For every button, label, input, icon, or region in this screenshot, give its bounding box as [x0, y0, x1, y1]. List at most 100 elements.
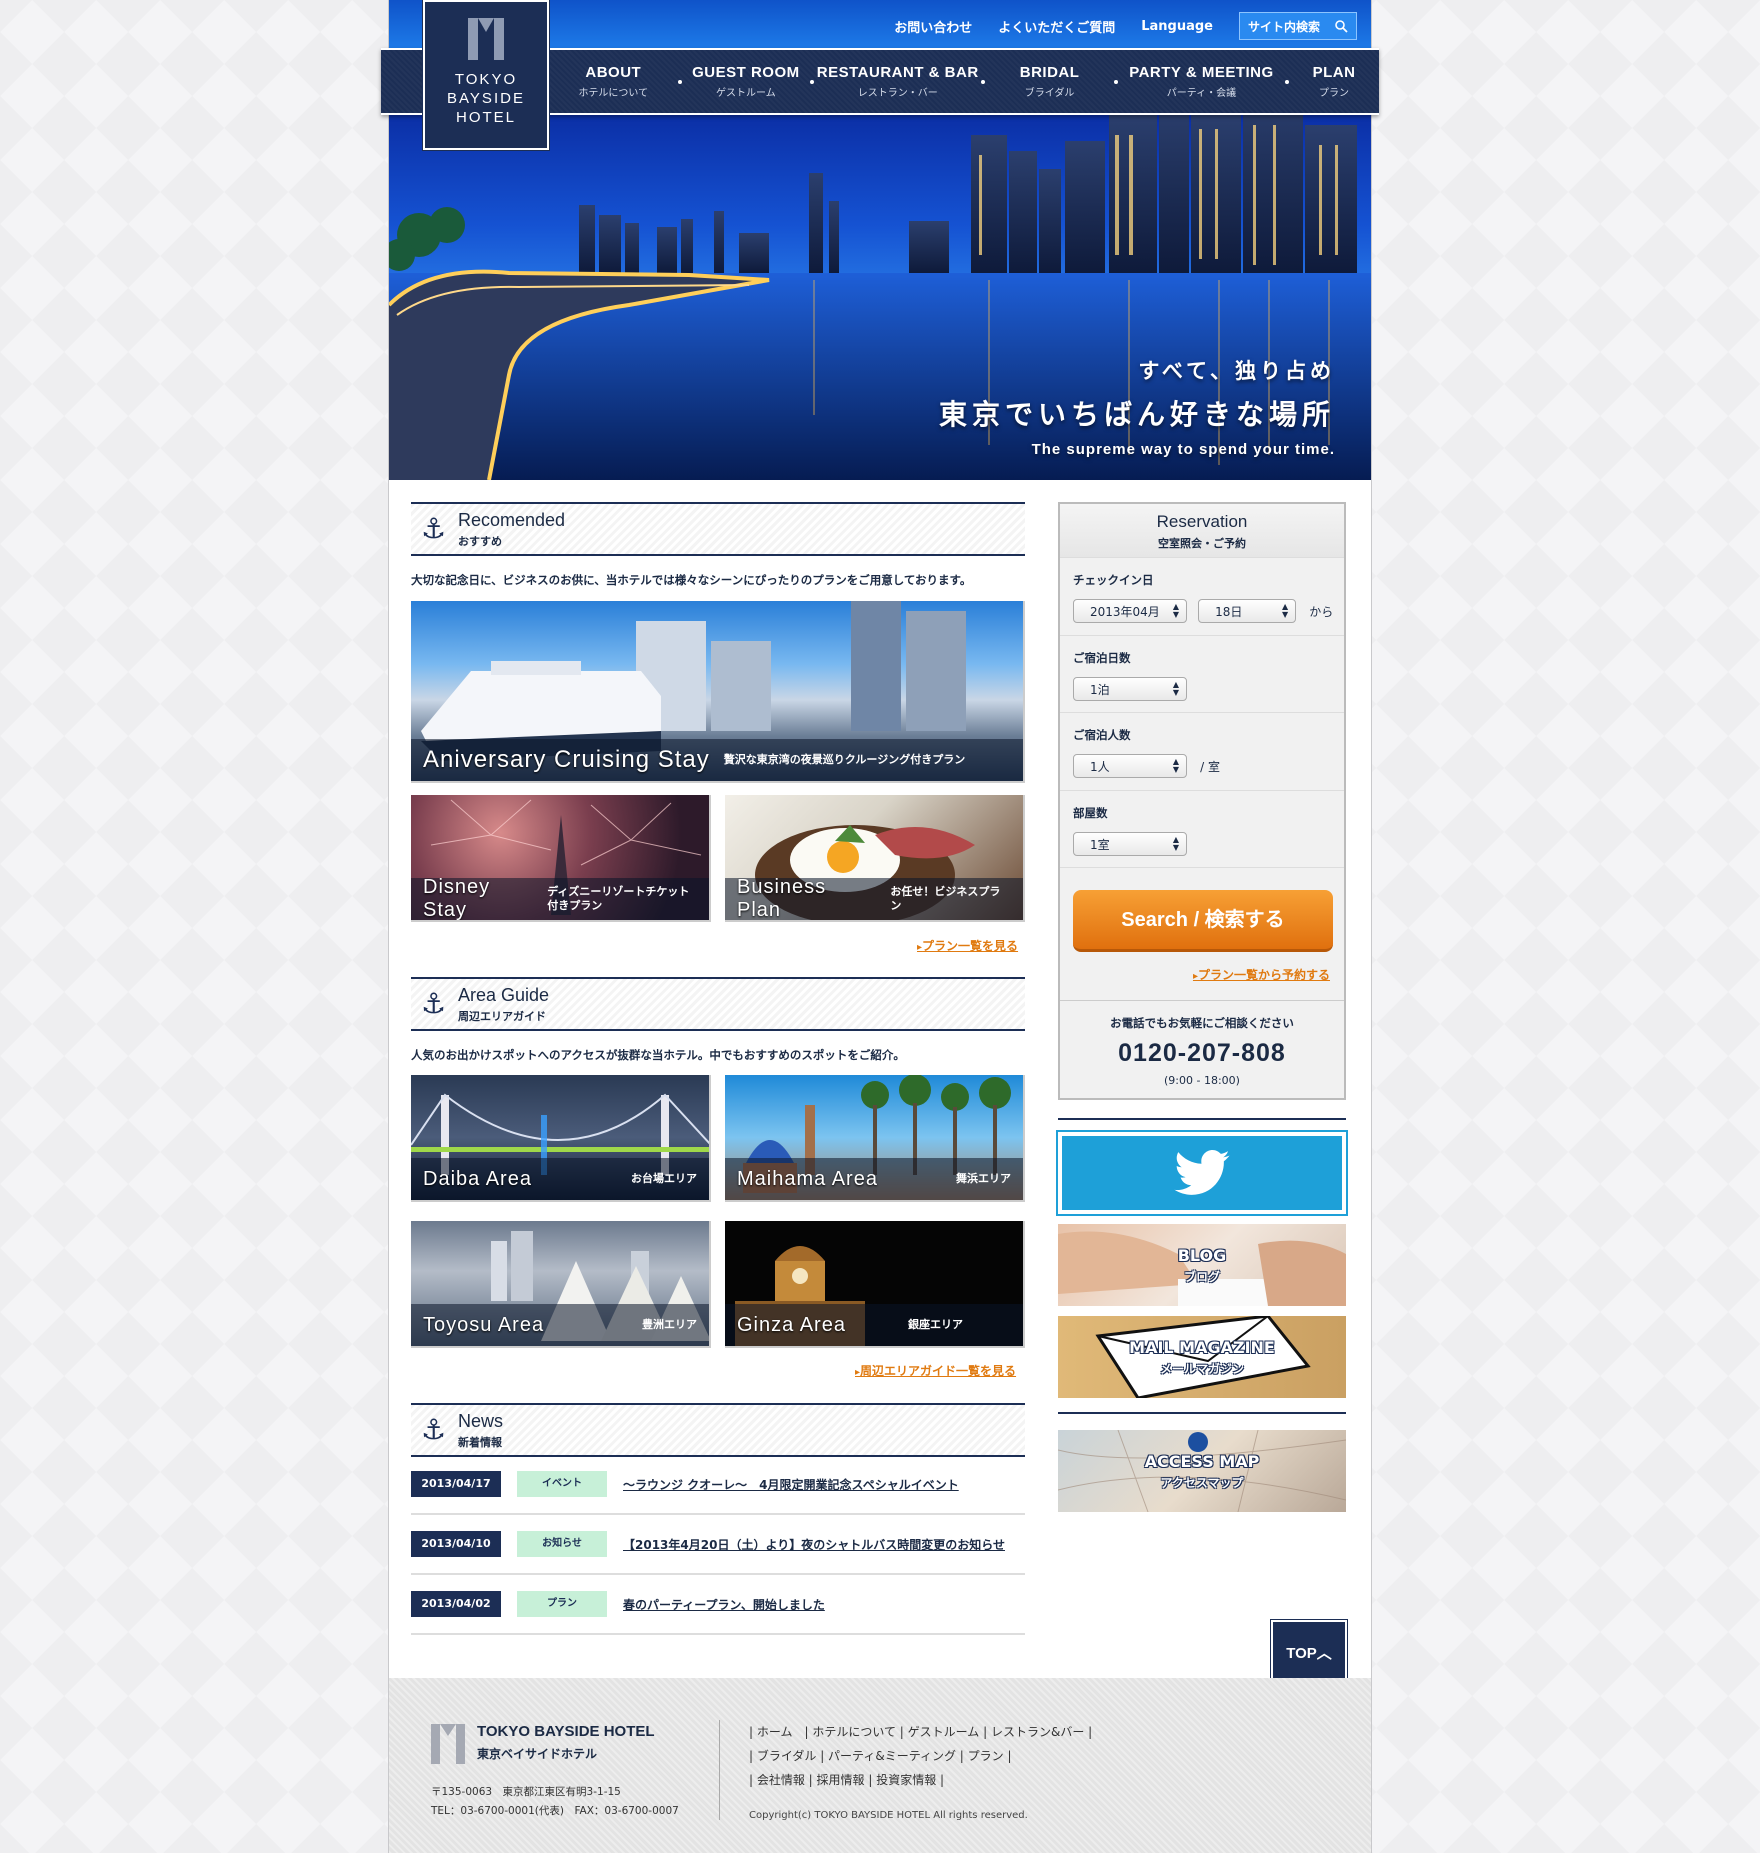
reserve-from-plan-list-link[interactable]: プラン一覧から予約する	[1193, 966, 1330, 983]
footer-hotel-name: TOKYO BAYSIDE HOTEL	[477, 1723, 655, 1740]
map-pin-image	[1058, 1430, 1346, 1512]
area-card-toyosu[interactable]: Toyosu Area 豊洲エリア	[411, 1221, 711, 1348]
rooms-label: 部屋数	[1073, 806, 1108, 820]
checkin-month-select[interactable]: 2013年04月 ▲ ▼	[1073, 599, 1187, 623]
rooms-value: 1室	[1090, 837, 1110, 852]
nights-select[interactable]: 1泊 ▲ ▼	[1073, 677, 1187, 701]
twitter-bird-icon	[1174, 1150, 1230, 1195]
phone-number: 0120-207-808	[1118, 1039, 1286, 1067]
select-arrows-icon: ▲ ▼	[1172, 757, 1179, 774]
recommended-title-ja: おすすめ	[458, 535, 502, 548]
news-item: 2013/04/17 イベント ～ラウンジ クオーレ～ 4月限定開業記念スペシャ…	[411, 1455, 1025, 1515]
hero-tagline-1: すべて、独り占め	[1138, 359, 1335, 383]
nights-value: 1泊	[1090, 682, 1110, 697]
footer-links-row-1[interactable]: | ホーム | ホテルについて | ゲストルーム | レストラン&バー |	[749, 1720, 1092, 1744]
back-to-top-label: TOP	[1286, 1645, 1317, 1662]
hotel-logo[interactable]: TOKYO BAYSIDE HOTEL	[422, 0, 550, 151]
hero-banner: すべて、独り占め 東京でいちばん好きな場所 The supreme way to…	[389, 115, 1371, 480]
news-title-en: News	[458, 1411, 504, 1431]
logo-text: TOKYO BAYSIDE HOTEL	[425, 70, 547, 127]
contact-link[interactable]: お問い合わせ	[894, 17, 972, 36]
reservation-search-button[interactable]: Search / 検索する	[1073, 890, 1333, 952]
footer-postal: 〒135-0063 東京都江東区有明3-1-15	[431, 1786, 621, 1798]
nav-restaurant-label: RESTAURANT & BAR	[816, 64, 979, 81]
area-card-ginza[interactable]: Ginza Area 銀座エリア	[725, 1221, 1025, 1348]
nav-restaurant-bar[interactable]: RESTAURANT & BAR レストラン・バー	[814, 64, 981, 99]
plan-title-en: Business Plan	[737, 876, 827, 921]
area-title-ja: 銀座エリア	[908, 1318, 963, 1331]
logo-line-2: BAYSIDE	[447, 90, 525, 107]
plan-card-disney[interactable]: Disney Stay ディズニーリゾートチケット付きプラン	[411, 795, 711, 922]
nav-guest-room[interactable]: GUEST ROOM ゲストルーム	[682, 64, 811, 99]
checkin-day-value: 18日	[1215, 604, 1243, 619]
area-guide-list-link[interactable]: 周辺エリアガイド一覧を見る	[855, 1362, 1016, 1379]
recommended-title-en: Recomended	[458, 510, 566, 530]
plan-title-ja: お任せ！ビジネスプラン	[890, 885, 1001, 912]
area-card-maihama[interactable]: Maihama Area 舞浜エリア	[725, 1075, 1025, 1202]
site-search-input[interactable]: サイト内検索	[1239, 12, 1357, 40]
area-lead: 人気のお出かけスポットへのアクセスが抜群な当ホテル。中でもおすすめのスポットをご…	[411, 1048, 905, 1062]
area-title-ja: お台場エリア	[631, 1172, 697, 1185]
footer-links-row-3[interactable]: | 会社情報 | 採用情報 | 投資家情報 |	[749, 1768, 1092, 1792]
footer-divider	[719, 1720, 720, 1820]
news-item: 2013/04/10 お知らせ 【2013年4月20日（土）より】夜のシャトルバ…	[411, 1515, 1025, 1575]
nav-about[interactable]: ABOUT ホテルについて	[549, 64, 678, 99]
reservation-title-en: Reservation	[1156, 512, 1248, 531]
plan-card-business[interactable]: Business Plan お任せ！ビジネスプラン	[725, 795, 1025, 922]
plan-title-ja: ディズニーリゾートチケット付きプラン	[547, 885, 690, 912]
blog-banner[interactable]: BLOG ブログ	[1058, 1224, 1346, 1306]
area-title-ja: 豊洲エリア	[642, 1318, 697, 1331]
search-icon[interactable]	[1335, 19, 1348, 33]
plan-list-link[interactable]: プラン一覧を見る	[917, 937, 1018, 954]
footer-copyright: Copyright(c) TOKYO BAYSIDE HOTEL All rig…	[749, 1810, 1028, 1821]
news-date: 2013/04/02	[411, 1591, 501, 1617]
news-title-link[interactable]: 【2013年4月20日（土）より】夜のシャトルバス時間変更のお知らせ	[623, 1536, 1005, 1553]
page-container: お問い合わせ よくいただくご質問 Language サイト内検索 すべて、独り占…	[388, 0, 1372, 1853]
main-nav: ABOUT ホテルについて GUEST ROOM ゲストルーム RESTAURANT…	[549, 50, 1379, 113]
plan-card-cruising[interactable]: Aniversary Cruising Stay 贅沢な東京湾の夜景巡りクルージ…	[411, 601, 1025, 783]
language-link[interactable]: Language	[1141, 19, 1213, 34]
phone-hours: (9:00 - 18:00)	[1164, 1074, 1240, 1087]
nav-about-sublabel: ホテルについて	[578, 88, 649, 99]
select-arrows-icon: ▲ ▼	[1172, 835, 1179, 852]
area-title-ja: 周辺エリアガイド	[458, 1010, 546, 1023]
envelope-image	[1095, 1316, 1311, 1398]
select-arrows-icon: ▲ ▼	[1172, 680, 1179, 697]
area-card-daiba[interactable]: Daiba Area お台場エリア	[411, 1075, 711, 1202]
footer-logo-icon	[431, 1724, 465, 1764]
nights-block: ご宿泊日数 1泊 ▲ ▼	[1060, 636, 1344, 713]
nav-party-meeting[interactable]: PARTY & MEETING パーティ・会議	[1118, 64, 1285, 99]
rooms-block: 部屋数 1室 ▲ ▼	[1060, 791, 1344, 868]
plan-card-caption: Business Plan お任せ！ビジネスプラン	[725, 876, 1023, 921]
news-title-link[interactable]: ～ラウンジ クオーレ～ 4月限定開業記念スペシャルイベント	[623, 1476, 959, 1493]
nav-plan[interactable]: PLAN プラン	[1289, 64, 1379, 99]
area-title-en: Toyosu Area	[423, 1313, 545, 1336]
rooms-select[interactable]: 1室 ▲ ▼	[1073, 832, 1187, 856]
area-guide-heading: ⚓ Area Guide 周辺エリアガイド	[411, 977, 1025, 1031]
hero-copy: すべて、独り占め 東京でいちばん好きな場所 The supreme way to…	[939, 355, 1335, 458]
checkin-from-label: から	[1309, 604, 1334, 619]
nav-about-label: ABOUT	[585, 64, 642, 81]
access-map-banner[interactable]: ACCESS MAP アクセスマップ	[1058, 1430, 1346, 1512]
checkin-day-select[interactable]: 18日 ▲ ▼	[1198, 599, 1297, 623]
access-map-title: ACCESS MAP	[1144, 1452, 1260, 1471]
anchor-icon: ⚓	[421, 987, 447, 1020]
news-title-link[interactable]: 春のパーティープラン、開始しました	[623, 1596, 825, 1613]
news-category-badge: お知らせ	[517, 1531, 607, 1557]
area-title-en: Maihama Area	[737, 1167, 878, 1190]
guests-block: ご宿泊人数 1人 ▲ ▼ / 室	[1060, 713, 1344, 791]
nights-label: ご宿泊日数	[1073, 651, 1131, 665]
news-category-badge: プラン	[517, 1591, 607, 1617]
footer-links-row-2[interactable]: | ブライダル | パーティ&ミーティング | プラン |	[749, 1744, 1092, 1768]
nav-bridal[interactable]: BRIDAL ブライダル	[985, 64, 1114, 99]
nav-plan-label: PLAN	[1312, 64, 1356, 81]
area-card-caption: Toyosu Area 豊洲エリア	[411, 1304, 709, 1346]
per-room-label: / 室	[1200, 759, 1220, 774]
mail-magazine-banner[interactable]: MAIL MAGAZINE メールマガジン	[1058, 1316, 1346, 1398]
footer-address: 〒135-0063 東京都江東区有明3-1-15 TEL：03-6700-000…	[431, 1783, 679, 1821]
guests-select[interactable]: 1人 ▲ ▼	[1073, 754, 1187, 778]
faq-link[interactable]: よくいただくご質問	[998, 17, 1115, 36]
twitter-banner[interactable]	[1056, 1130, 1348, 1216]
footer-hotel-name-ja: 東京ベイサイドホテル	[477, 1747, 598, 1761]
reservation-header: Reservation 空室照会・ご予約	[1060, 504, 1344, 558]
